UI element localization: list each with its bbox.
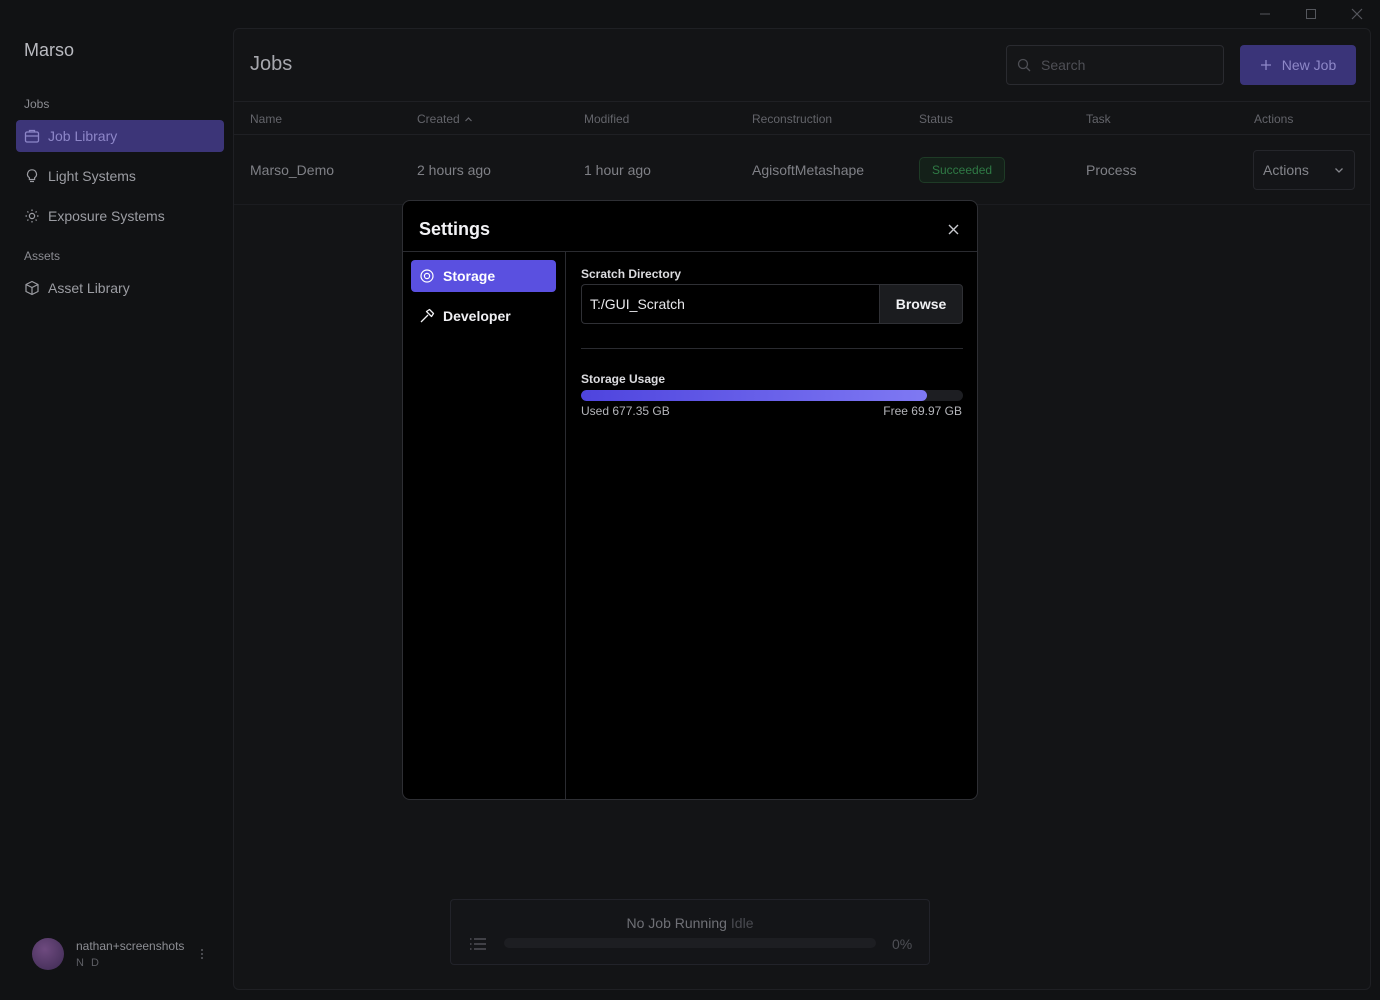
column-header-reconstruction[interactable]: Reconstruction <box>752 112 832 126</box>
sidebar-section-assets: Assets <box>24 249 61 263</box>
actions-dropdown[interactable]: Actions <box>1253 150 1355 190</box>
user-menu-button[interactable] <box>196 944 208 964</box>
sidebar-item-job-library[interactable]: Job Library <box>16 120 224 152</box>
sidebar: Marso Jobs Job Library Light Systems Exp… <box>0 0 233 1000</box>
storage-used-label: Used 677.35 GB <box>581 404 670 418</box>
settings-tab-label: Developer <box>443 308 511 324</box>
column-header-name[interactable]: Name <box>250 112 282 126</box>
settings-dialog: Settings Storage Developer Scratch Direc… <box>402 200 978 800</box>
status-badge: Succeeded <box>919 157 1006 183</box>
column-header-modified[interactable]: Modified <box>584 112 629 126</box>
table-row[interactable]: Marso_Demo 2 hours ago 1 hour ago Agisof… <box>234 135 1370 205</box>
job-status-text: No Job Running <box>626 915 727 931</box>
scratch-directory-label: Scratch Directory <box>581 267 682 281</box>
user-initials: N D <box>76 957 101 969</box>
storage-icon <box>420 269 434 283</box>
divider <box>403 251 977 252</box>
sidebar-item-label: Exposure Systems <box>48 208 165 224</box>
minimize-icon <box>1260 13 1270 15</box>
column-header-status[interactable]: Status <box>919 112 953 126</box>
sidebar-item-label: Asset Library <box>48 280 130 296</box>
search-input[interactable] <box>1041 57 1201 73</box>
new-job-button[interactable]: New Job <box>1240 45 1356 85</box>
avatar <box>32 938 64 970</box>
maximize-button[interactable] <box>1288 0 1334 28</box>
close-icon <box>1351 8 1363 20</box>
column-header-task[interactable]: Task <box>1086 112 1111 126</box>
column-header-created[interactable]: Created <box>417 112 473 126</box>
job-created: 2 hours ago <box>417 162 491 178</box>
user-name: nathan+screenshots <box>76 939 185 953</box>
box-icon <box>25 280 39 296</box>
sidebar-item-exposure-systems[interactable]: Exposure Systems <box>16 200 224 232</box>
hammer-icon <box>420 308 435 323</box>
search-box[interactable] <box>1006 45 1224 85</box>
page-title: Jobs <box>250 53 293 75</box>
chevron-down-icon <box>1335 168 1343 173</box>
app-title: Marso <box>24 40 75 60</box>
job-status-panel: No Job Running Idle 0% <box>450 899 930 965</box>
search-icon <box>1017 58 1031 72</box>
job-modified: 1 hour ago <box>584 162 651 178</box>
sidebar-item-label: Job Library <box>48 128 118 144</box>
plus-icon <box>1260 60 1271 70</box>
settings-tab-developer[interactable]: Developer <box>411 300 556 332</box>
scratch-directory-input[interactable] <box>581 284 879 324</box>
list-icon <box>470 938 486 950</box>
table-header: Name Created Modified Reconstruction Sta… <box>234 101 1370 135</box>
lightbulb-icon <box>26 169 38 183</box>
actions-label: Actions <box>1263 162 1309 178</box>
storage-usage-label: Storage Usage <box>581 372 666 386</box>
column-header-actions: Actions <box>1254 112 1294 126</box>
new-job-label: New Job <box>1281 57 1337 73</box>
sidebar-item-label: Light Systems <box>48 168 136 184</box>
settings-tab-storage[interactable]: Storage <box>411 260 556 292</box>
job-progress-label: 0% <box>892 936 913 952</box>
storage-free-label: Free 69.97 GB <box>883 404 962 418</box>
user-profile[interactable]: nathan+screenshots N D <box>32 938 184 970</box>
job-progress-bar <box>504 938 876 948</box>
storage-usage-bar <box>581 390 963 401</box>
settings-tab-label: Storage <box>443 268 496 284</box>
sidebar-item-asset-library[interactable]: Asset Library <box>16 272 224 304</box>
briefcase-icon <box>24 129 40 143</box>
storage-usage-fill <box>581 390 928 401</box>
job-name: Marso_Demo <box>250 162 335 178</box>
divider <box>565 252 566 799</box>
more-vertical-icon <box>201 949 203 959</box>
settings-close-button[interactable] <box>943 219 963 239</box>
job-queue-button[interactable] <box>469 937 487 951</box>
job-status-title: No Job Running Idle <box>451 915 929 931</box>
sort-ascending-icon <box>464 116 472 121</box>
job-task: Process <box>1086 162 1137 178</box>
settings-title: Settings <box>419 219 491 239</box>
window-controls <box>1242 0 1380 28</box>
browse-button[interactable]: Browse <box>879 284 963 324</box>
job-reconstruction: AgisoftMetashape <box>752 162 865 178</box>
job-status-state: Idle <box>730 915 754 931</box>
divider <box>581 348 963 349</box>
sidebar-section-jobs: Jobs <box>24 97 50 111</box>
sidebar-item-light-systems[interactable]: Light Systems <box>16 160 224 192</box>
maximize-icon <box>1306 9 1316 19</box>
close-icon <box>948 224 958 234</box>
sun-icon <box>25 209 39 223</box>
window-close-button[interactable] <box>1334 0 1380 28</box>
minimize-button[interactable] <box>1242 0 1288 28</box>
